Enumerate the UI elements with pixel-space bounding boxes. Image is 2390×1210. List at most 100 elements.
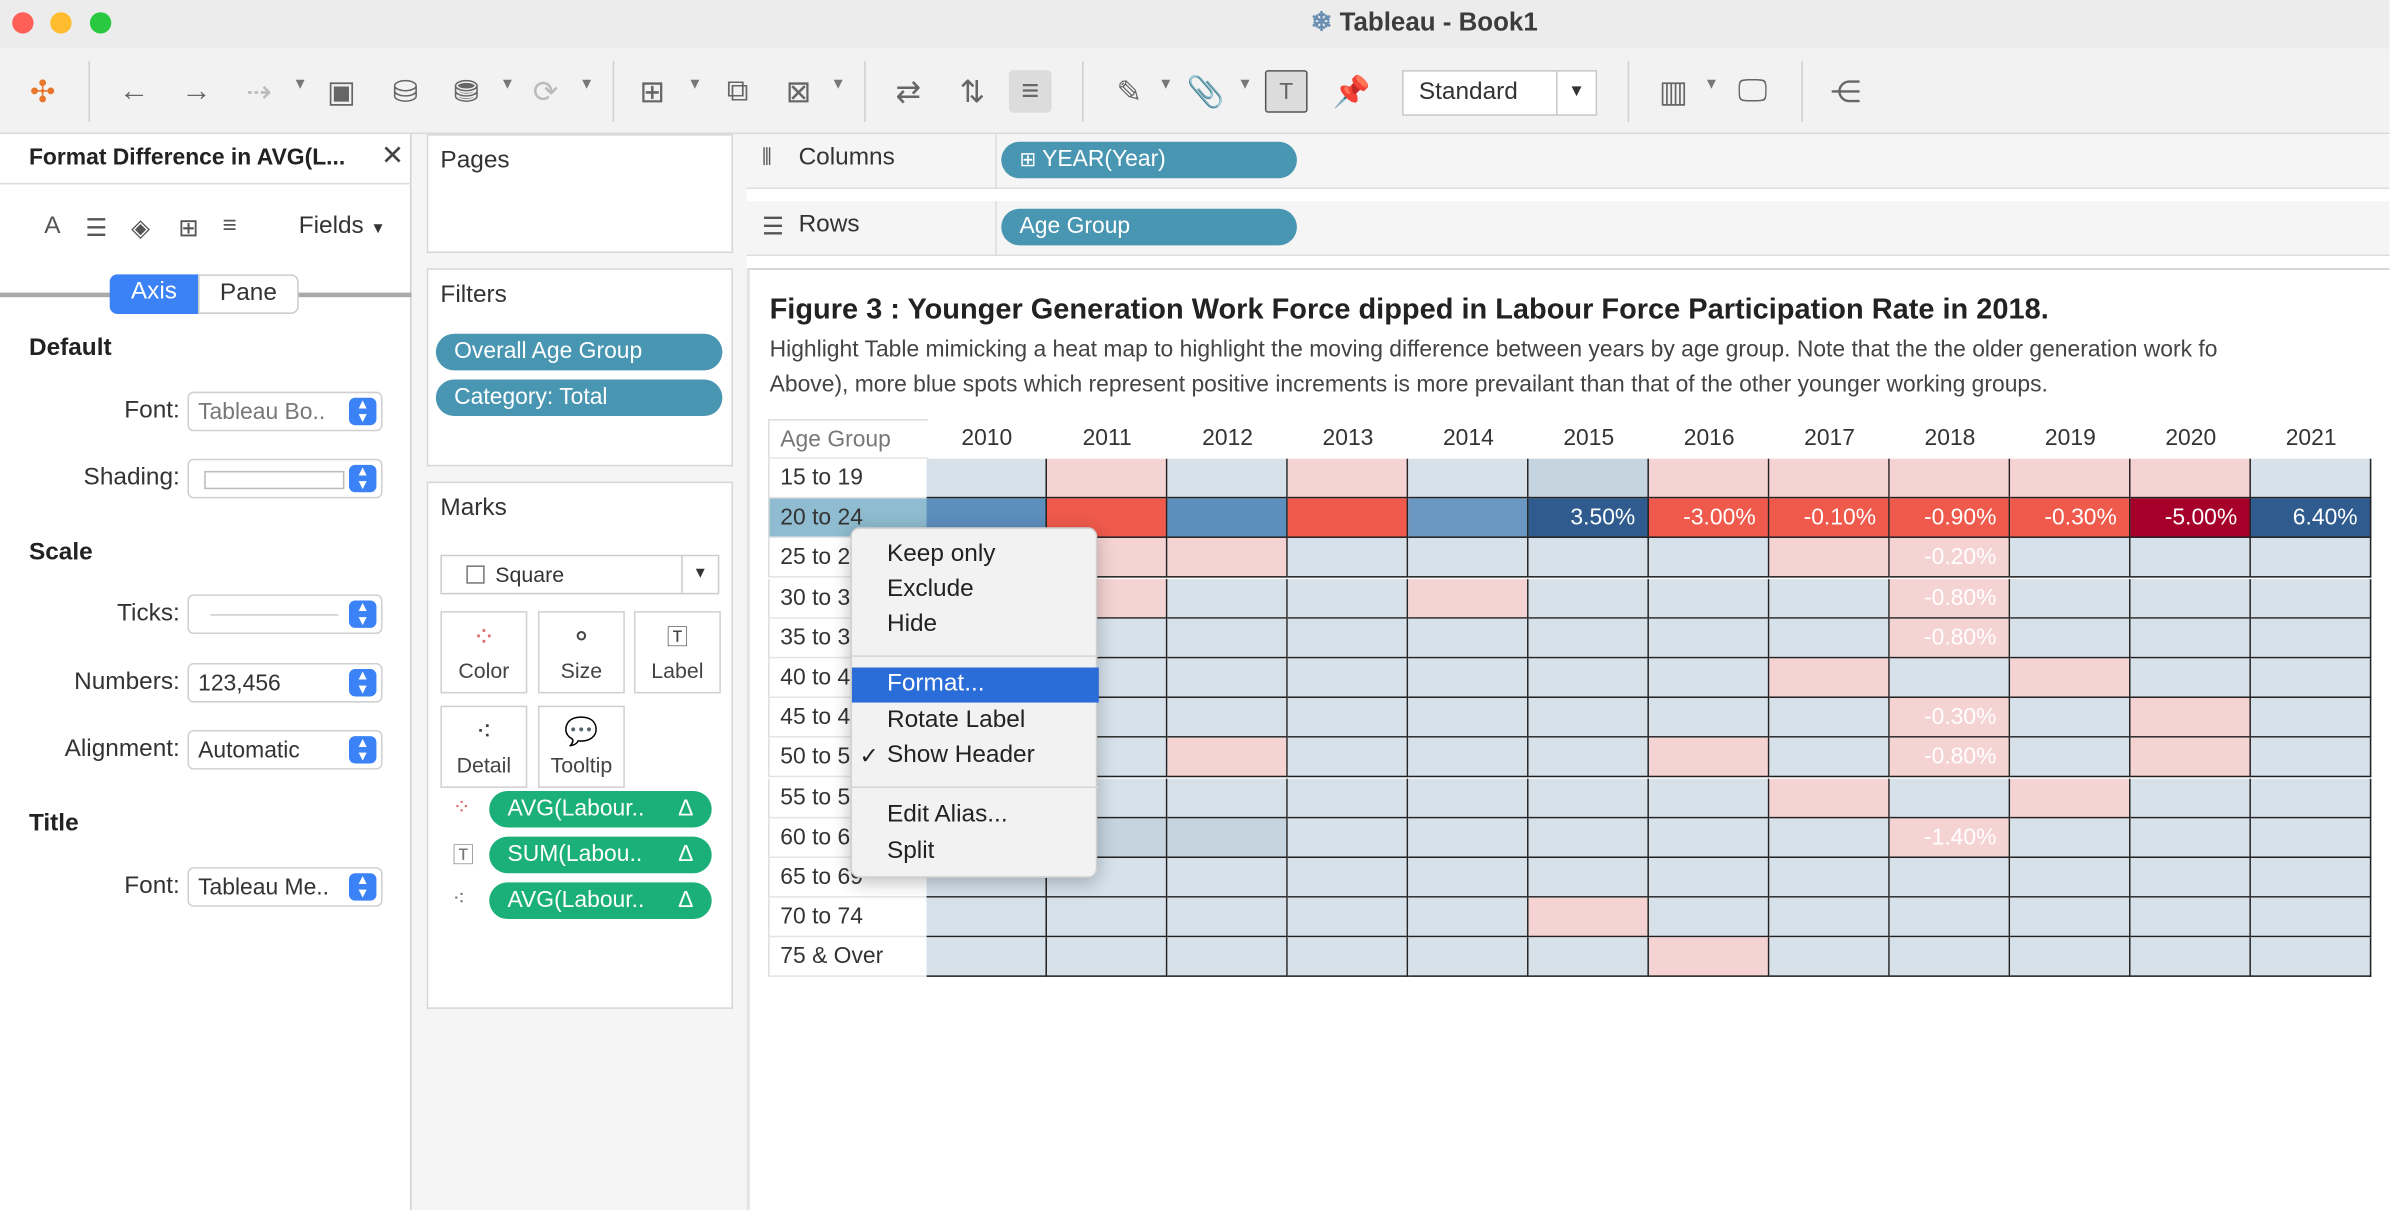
heatmap-cell[interactable] [1287,618,1409,659]
fit-dropdown[interactable]: Standard ▼ [1402,70,1598,116]
close-icon[interactable]: ✕ [381,140,404,172]
heatmap-cell[interactable] [1287,858,1409,898]
heatmap-cell[interactable] [1769,858,1890,898]
chevron-down-icon[interactable]: ▼ [500,76,515,93]
heatmap-cell[interactable] [1889,897,2011,938]
chevron-down-icon[interactable]: ▼ [831,76,846,93]
show-me-icon[interactable]: ▥ [1652,70,1695,113]
heatmap-cell[interactable] [2130,937,2251,978]
heatmap-cell[interactable] [1167,937,1288,978]
new-worksheet-icon[interactable]: ⊞ [631,70,674,113]
column-header[interactable]: 2016 [1649,419,1769,459]
heatmap-cell[interactable] [2250,458,2372,499]
heatmap-cell[interactable] [2250,618,2372,659]
menu-item[interactable]: Keep only [852,538,1099,573]
rows-shelf[interactable]: ☰ Rows Age Group [746,201,2390,257]
heatmap-cell[interactable] [2130,897,2251,938]
heatmap-cell[interactable] [1167,778,1288,818]
column-header[interactable]: 2018 [1890,419,2010,459]
heatmap-cell[interactable] [2130,618,2251,659]
filter-pill[interactable]: Overall Age Group [435,333,723,371]
heatmap-cell[interactable] [1769,778,1890,818]
heatmap-cell[interactable] [1769,618,1890,659]
heatmap-cell[interactable] [2250,698,2372,738]
heatmap-cell[interactable] [2130,698,2251,738]
heatmap-cell[interactable] [1528,738,1649,778]
chevron-down-icon[interactable]: ▼ [1704,76,1719,93]
row-header[interactable]: 15 to 19 [768,458,929,499]
heatmap-cell[interactable] [1889,658,2011,698]
ticks-select[interactable]: ▲ ▼ [187,594,383,634]
heatmap-cell[interactable] [1528,858,1649,898]
heatmap-cell[interactable] [1648,578,1770,619]
heatmap-cell[interactable] [1648,618,1770,659]
heatmap-cell[interactable] [1528,458,1649,499]
heatmap-cell[interactable] [2130,818,2251,858]
heatmap-cell[interactable] [1287,778,1409,818]
heatmap-cell[interactable] [1648,937,1770,978]
menu-item[interactable]: Format... [851,667,1099,703]
heatmap-cell[interactable] [1287,937,1409,978]
heatmap-cell[interactable] [1648,458,1770,499]
column-header[interactable]: 2021 [2251,419,2371,459]
heatmap-cell[interactable] [1528,818,1649,858]
heatmap-cell[interactable] [2010,818,2131,858]
heatmap-cell[interactable] [1167,818,1288,858]
heatmap-cell[interactable]: -0.80% [1889,618,2011,659]
heatmap-cell[interactable] [1287,458,1409,499]
heatmap-cell[interactable] [1769,698,1890,738]
heatmap-cell[interactable] [1769,818,1890,858]
heatmap-cell[interactable] [2130,578,2251,619]
sort-ascending-icon[interactable]: ⇅ [951,70,994,113]
row-header[interactable]: 75 & Over [768,937,929,978]
heatmap-cell[interactable] [1046,937,1168,978]
pin-icon[interactable]: 📌 [1330,70,1373,113]
heatmap-cell[interactable] [1648,698,1770,738]
heatmap-cell[interactable] [1167,698,1288,738]
heatmap-cell[interactable] [1287,897,1409,938]
heatmap-cell[interactable]: -0.30% [2010,498,2131,539]
heatmap-cell[interactable] [1287,658,1409,698]
pause-updates-icon[interactable]: ⛃ [445,70,488,113]
heatmap-cell[interactable] [1769,937,1890,978]
column-header[interactable]: 2015 [1529,419,1649,459]
heatmap-cell[interactable] [1408,458,1529,499]
chevron-down-icon[interactable]: ▼ [1158,76,1173,93]
heatmap-cell[interactable] [2010,458,2131,499]
heatmap-cell[interactable] [2250,538,2372,579]
heatmap-cell[interactable] [1889,778,2011,818]
heatmap-cell[interactable]: -0.20% [1889,538,2011,579]
heatmap-cell[interactable] [2010,658,2131,698]
zoom-window-button[interactable] [89,12,112,34]
duplicate-sheet-icon[interactable]: ⧉ [716,70,759,113]
back-icon[interactable]: ← [113,70,156,113]
sort-descending-icon[interactable]: ≡ [1008,70,1052,113]
heatmap-cell[interactable] [1769,658,1890,698]
columns-shelf[interactable]: ⫴ Columns ⊞ YEAR(Year) [746,134,2390,189]
heatmap-cell[interactable] [2250,658,2372,698]
heatmap-cell[interactable] [1408,698,1529,738]
heatmap-cell[interactable] [926,458,1047,499]
refresh-icon[interactable]: ⟳ [524,70,567,113]
filters-card[interactable]: Filters Overall Age Group Category: Tota… [426,268,734,467]
heatmap-cell[interactable] [926,897,1047,938]
heatmap-cell[interactable] [1889,858,2011,898]
marks-pill-label[interactable]: SUM(Labou.. Δ [489,836,712,874]
heatmap-cell[interactable] [2010,738,2131,778]
redo-icon[interactable]: ⇢ [238,70,281,113]
heatmap-cell[interactable]: -1.40% [1889,818,2011,858]
menu-item[interactable]: Exclude [852,573,1099,608]
marks-pill-detail[interactable]: AVG(Labour.. Δ [489,882,712,919]
group-members-icon[interactable]: 📎 [1184,70,1227,113]
heatmap-cell[interactable] [1408,658,1529,698]
heatmap-cell[interactable] [2130,458,2251,499]
heatmap-cell[interactable] [1408,818,1529,858]
show-mark-labels-icon[interactable]: T [1264,70,1308,113]
heatmap-cell[interactable] [1167,658,1288,698]
heatmap-cell[interactable] [2010,778,2131,818]
heatmap-cell[interactable] [2010,578,2131,619]
heatmap-cell[interactable] [2130,858,2251,898]
heatmap-cell[interactable] [2010,698,2131,738]
column-header[interactable]: 2020 [2131,419,2251,459]
heatmap-cell[interactable]: -0.90% [1889,498,2011,539]
